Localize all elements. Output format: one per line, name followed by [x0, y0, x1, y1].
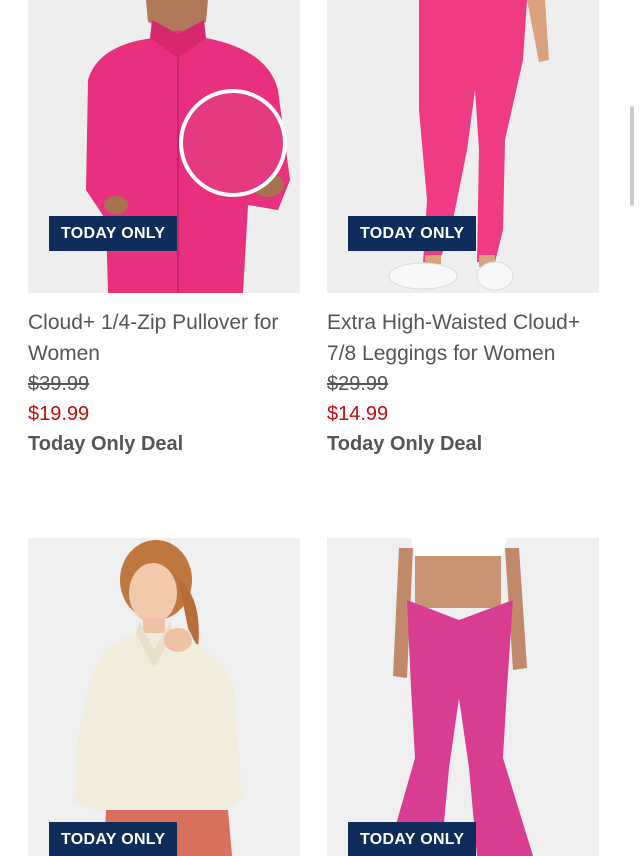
scrollbar[interactable]	[630, 106, 634, 206]
product-title[interactable]: Cloud+ 1/4-Zip Pullover for Women	[28, 307, 300, 369]
fleece-pullover-photo	[28, 538, 300, 856]
product-image[interactable]: TODAY ONLY	[28, 0, 300, 293]
deal-label: Today Only Deal	[327, 433, 483, 455]
product-card[interactable]: TODAY ONLY Extra High-Waisted Cloud+ 7/8…	[327, 0, 599, 459]
deal-label: Today Only Deal	[28, 433, 184, 455]
sale-price: $19.99	[28, 403, 90, 425]
flare-leggings-photo	[327, 538, 599, 856]
product-card[interactable]: TODAY ONLY	[28, 538, 300, 856]
today-only-badge: TODAY ONLY	[49, 216, 178, 251]
today-only-badge: TODAY ONLY	[348, 216, 477, 251]
product-card[interactable]: TODAY ONLY	[327, 538, 599, 856]
product-image[interactable]: TODAY ONLY	[327, 0, 599, 293]
product-image[interactable]: TODAY ONLY	[327, 538, 599, 856]
product-card[interactable]: TODAY ONLY Cloud+ 1/4-Zip Pullover for W…	[28, 0, 300, 459]
original-price: $29.99	[327, 373, 389, 395]
today-only-badge: TODAY ONLY	[49, 822, 178, 856]
product-title[interactable]: Extra High-Waisted Cloud+ 7/8 Leggings f…	[327, 307, 599, 369]
product-image[interactable]: TODAY ONLY	[28, 538, 300, 856]
sale-price: $14.99	[327, 403, 389, 425]
original-price: $39.99	[28, 373, 90, 395]
today-only-badge: TODAY ONLY	[348, 822, 477, 856]
